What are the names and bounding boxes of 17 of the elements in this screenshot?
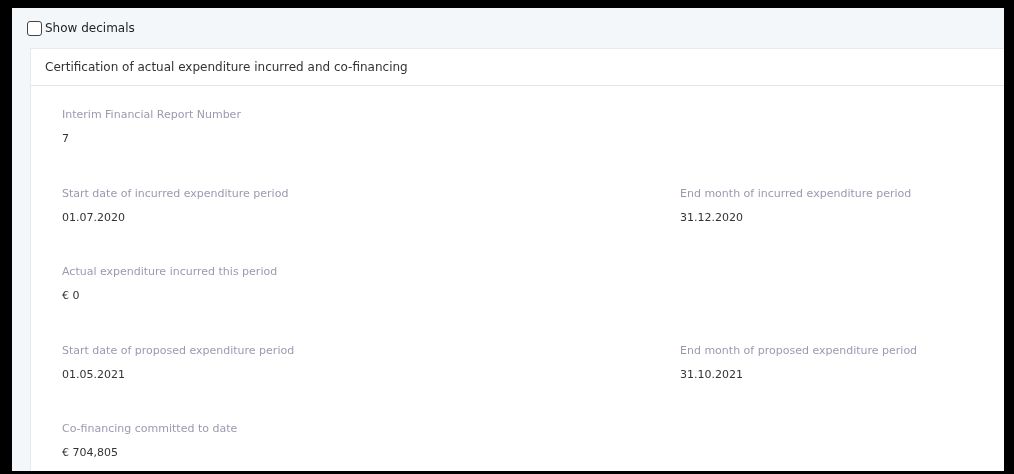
checkbox-label[interactable]: Show decimals [45,21,135,35]
field-value: 31.12.2020 [680,210,743,224]
field-value: 01.05.2021 [62,367,125,381]
field-label: End month of incurred expenditure period [680,186,912,200]
field-label: End month of proposed expenditure period [680,343,918,357]
field-value: 01.07.2020 [62,210,125,224]
checkbox[interactable] [27,20,42,36]
field-value: 31.10.2021 [680,367,743,381]
field-value: € 0 [62,289,80,302]
field-label: Actual expenditure incurred this period [62,265,278,278]
field-value: 7 [62,132,69,145]
field-label: Start date of proposed expenditure period [62,343,295,357]
section-title: Certification of actual expenditure incurred and co-financing [45,60,408,74]
field-label: Co-financing committed to date [62,422,238,435]
field-label: Interim Financial Report Number [62,108,241,121]
field-value: € 704,805 [62,446,118,459]
field-label: Start date of incurred expenditure period [62,186,289,200]
